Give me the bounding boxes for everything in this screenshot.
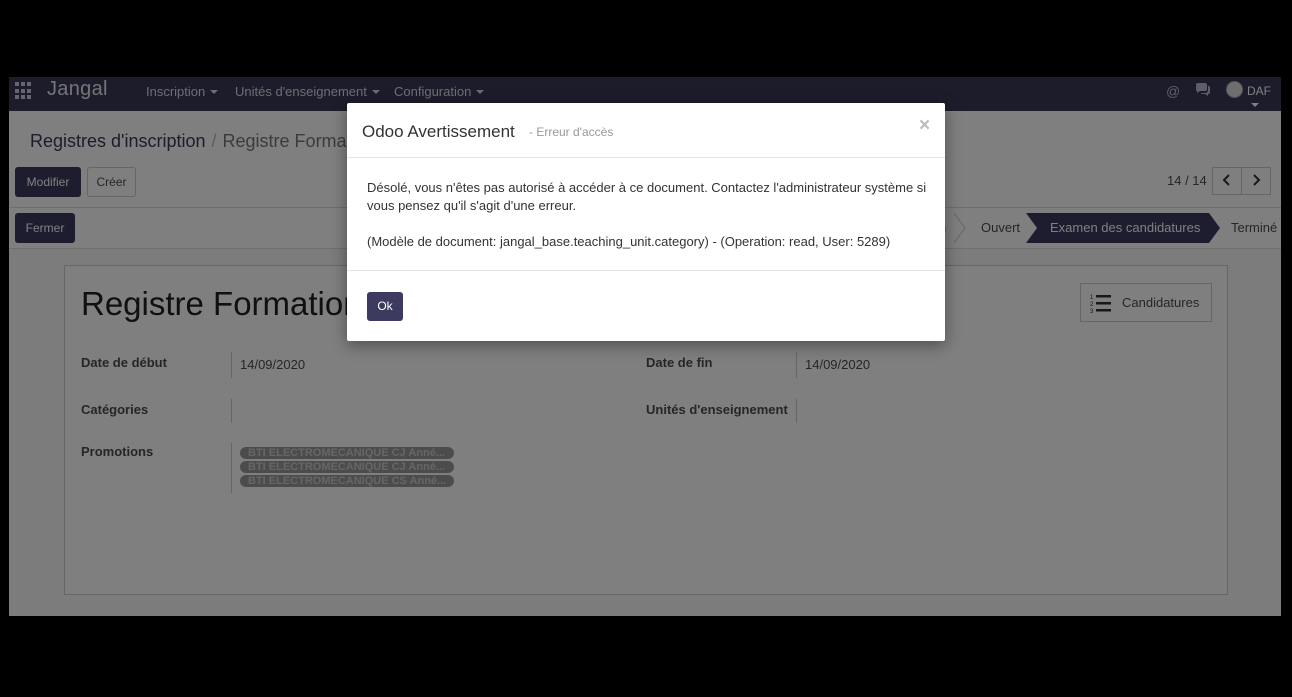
ok-button[interactable]: Ok — [367, 292, 403, 321]
dialog-divider — [347, 157, 945, 158]
dialog-subtitle: - Erreur d'accès — [529, 125, 614, 139]
dialog-body: Désolé, vous n'êtes pas autorisé à accéd… — [367, 179, 932, 269]
dialog-details: (Modèle de document: jangal_base.teachin… — [367, 234, 891, 249]
dialog-message: Désolé, vous n'êtes pas autorisé à accéd… — [367, 180, 927, 213]
dialog-title: Odoo Avertissement — [362, 122, 515, 141]
warning-dialog: Odoo Avertissement - Erreur d'accès × Dé… — [347, 103, 945, 341]
dialog-divider — [347, 270, 945, 271]
close-icon[interactable]: × — [919, 115, 930, 137]
